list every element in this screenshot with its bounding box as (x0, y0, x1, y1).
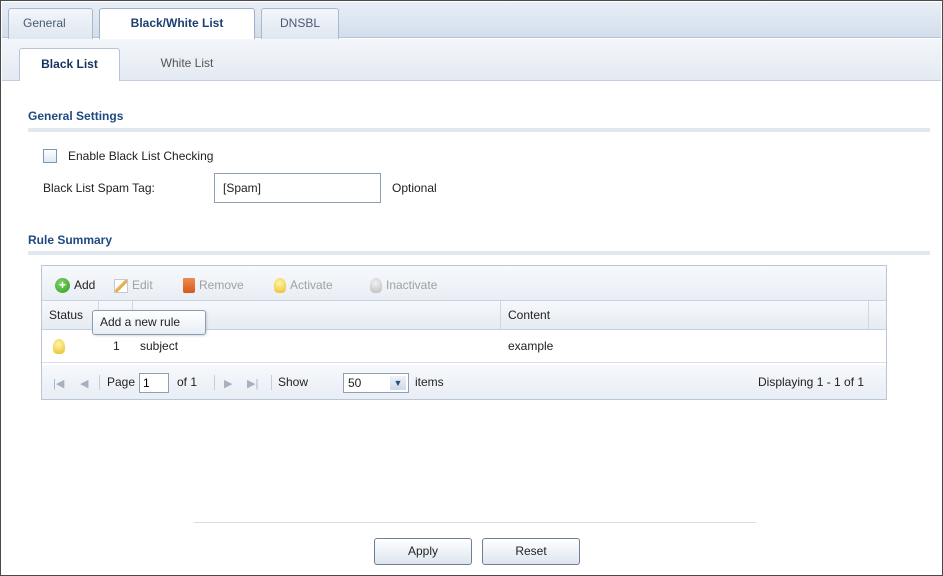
inactivate-button[interactable]: Inactivate (370, 276, 437, 294)
reset-button[interactable]: Reset (482, 538, 580, 565)
column-status[interactable]: Status (42, 301, 99, 329)
rule-toolbar: + Add Edit Remove Activate Inactivate (42, 266, 886, 301)
prev-page-icon[interactable]: ◀ (80, 377, 88, 390)
next-page-icon[interactable]: ▶ (224, 377, 232, 390)
add-button[interactable]: + Add (55, 276, 95, 294)
spam-tag-input[interactable] (214, 173, 381, 203)
edit-button[interactable]: Edit (114, 276, 153, 294)
row-content: example (508, 339, 554, 353)
general-settings-title: General Settings (28, 109, 124, 123)
bulb-on-icon (274, 278, 286, 294)
pager-divider (99, 375, 100, 390)
window-frame: General Black/White List DNSBL Black Lis… (0, 0, 943, 576)
sub-tab-bar: Black List White List (2, 39, 941, 81)
tab-black-list[interactable]: Black List (19, 48, 120, 81)
rule-table-panel: + Add Edit Remove Activate Inactivate Sta… (41, 265, 887, 400)
pencil-icon (114, 278, 128, 293)
table-row[interactable]: 1 subject example (42, 330, 886, 363)
optional-note: Optional (392, 181, 437, 195)
first-page-icon[interactable]: |◀ (53, 377, 64, 390)
pager-divider (271, 375, 272, 390)
displaying-count: Displaying 1 - 1 of 1 (758, 375, 865, 389)
activate-button[interactable]: Activate (274, 276, 333, 294)
trash-icon (183, 278, 195, 294)
enable-black-list-label: Enable Black List Checking (68, 149, 214, 163)
top-tab-bar: General Black/White List DNSBL (2, 2, 941, 40)
tab-black-white-list[interactable]: Black/White List (99, 8, 255, 40)
row-type: subject (140, 339, 179, 353)
bulb-off-icon (370, 278, 382, 294)
chevron-down-icon: ▼ (390, 376, 406, 390)
section-divider (28, 251, 930, 255)
tab-dnsbl[interactable]: DNSBL (261, 8, 339, 39)
last-page-icon[interactable]: ▶| (247, 377, 258, 390)
spam-tag-label: Black List Spam Tag: (43, 181, 155, 195)
row-index: 1 (113, 339, 120, 353)
section-divider (28, 128, 930, 132)
remove-button[interactable]: Remove (183, 276, 244, 294)
footer-divider (194, 522, 756, 523)
enable-black-list-checkbox[interactable] (43, 149, 57, 163)
table-pager: |◀ ◀ Page of 1 ▶ ▶| Show 50 ▼ items Disp… (42, 365, 886, 399)
show-label: Show (278, 375, 309, 389)
plus-icon: + (55, 278, 70, 294)
items-label: items (415, 375, 444, 389)
tab-white-list[interactable]: White List (142, 48, 232, 81)
items-per-page-select[interactable]: 50 ▼ (343, 373, 409, 393)
pager-divider (214, 375, 215, 390)
tab-general[interactable]: General (8, 8, 93, 39)
page-number-input[interactable] (139, 373, 169, 393)
bulb-on-icon (53, 339, 65, 354)
column-content[interactable]: Content (501, 301, 869, 329)
page-label: Page (107, 375, 136, 389)
rule-summary-title: Rule Summary (28, 233, 113, 247)
apply-button[interactable]: Apply (374, 538, 472, 565)
page-count: of 1 (177, 375, 198, 389)
